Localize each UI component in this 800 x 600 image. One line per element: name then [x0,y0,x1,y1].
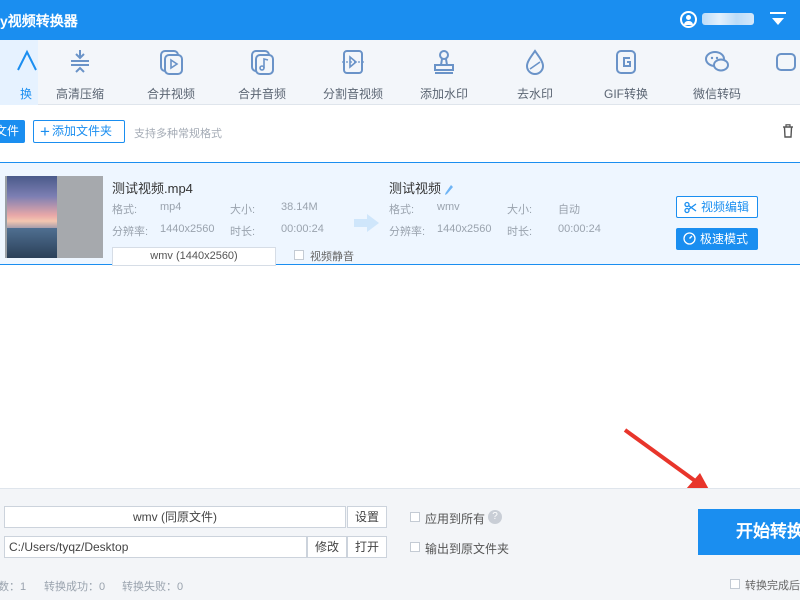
tab-split[interactable]: 分割音视频 [310,40,396,105]
add-folder-button[interactable]: + 添加文件夹 [33,120,125,143]
source-size: 38.14M [281,201,318,213]
output-format-field[interactable]: wmv (同原文件) [4,506,346,528]
tab-label: 合并视频 [146,87,195,101]
merge-audio-icon [251,50,274,75]
output-path-field[interactable]: C:/Users/tyqz/Desktop [4,536,307,558]
target-format: wmv [437,201,460,213]
app-title: y视频转换器 [0,13,78,29]
add-folder-label: 添加文件夹 [51,124,112,138]
target-resolution-label: 分辨率: [389,226,426,238]
source-file-name: 测试视频.mp4 [112,181,193,196]
modify-path-button[interactable]: 修改 [307,536,347,558]
compress-icon [71,50,89,73]
target-file-name: 测试视频 [389,181,442,196]
tab-label: 分割音视频 [322,87,383,101]
source-format: mp4 [160,201,182,213]
after-done-label: 转换完成后 [745,580,800,592]
format-hint: 支持多种常规格式 [134,128,222,140]
drop-icon [525,49,545,75]
source-duration-label: 时长: [230,226,256,238]
output-format-select[interactable]: wmv (1440x2560) [112,247,276,266]
target-resolution: 1440x2560 [437,223,492,235]
source-resolution: 1440x2560 [160,223,215,235]
help-icon[interactable]: ? [488,510,502,524]
add-file-button[interactable]: 文件 [0,120,25,143]
output-panel: wmv (同原文件) 设置 C:/Users/tyqz/Desktop 修改 打… [0,488,800,600]
scissors-icon [684,201,697,214]
source-size-label: 大小: [230,204,256,216]
more-icon [776,53,796,71]
target-format-label: 格式: [389,204,415,216]
app-window: y视频转换器 换 高清压缩 合并视频 合并音频 分割音视频 添加水印 去水印 G… [0,0,800,600]
tab-label: 换 [19,87,32,101]
tab-label: 添加水印 [419,87,468,101]
target-duration-label: 时长: [507,226,533,238]
source-format-label: 格式: [112,204,138,216]
status-total: 数：1 [0,581,27,593]
tab-wechat[interactable]: 微信转码 [674,40,760,105]
open-folder-button[interactable]: 打开 [347,536,387,558]
output-to-source-label: 输出到原文件夹 [425,542,510,556]
apply-all-checkbox[interactable] [410,512,420,522]
tab-convert[interactable]: 换 [0,40,38,105]
gif-icon [616,50,636,74]
stamp-icon [434,50,454,74]
start-convert-button[interactable]: 开始转换 [698,509,800,555]
merge-video-icon [160,50,183,75]
user-icon[interactable] [680,11,697,28]
video-edit-button[interactable]: 视频编辑 [676,196,758,218]
split-icon [342,50,364,74]
tab-label: 合并音频 [237,87,286,101]
target-duration: 00:00:24 [558,223,601,235]
tab-label: GIF转换 [604,87,648,101]
trash-icon[interactable] [782,124,794,138]
tab-merge-audio[interactable]: 合并音频 [219,40,305,105]
tab-label: 微信转码 [692,87,741,101]
tab-label: 高清压缩 [55,87,104,101]
source-duration: 00:00:24 [281,223,324,235]
speed-mode-button[interactable]: 极速模式 [676,228,758,250]
tab-gif[interactable]: GIF转换 [583,40,669,105]
tool-tabs: 换 高清压缩 合并视频 合并音频 分割音视频 添加水印 去水印 GIF转换 微信… [0,40,800,105]
mute-label: 视频静音 [310,251,354,263]
output-to-source-checkbox[interactable] [410,542,420,552]
apply-all-label: 应用到所有 [425,512,486,526]
video-edit-label: 视频编辑 [701,200,750,214]
pencil-icon[interactable] [444,184,454,196]
status-failed: 转换失败：0 [122,581,184,593]
tab-compress[interactable]: 高清压缩 [37,40,123,105]
tab-add-watermark[interactable]: 添加水印 [401,40,487,105]
action-row: 文件 + 添加文件夹 支持多种常规格式 [0,106,800,156]
tab-remove-watermark[interactable]: 去水印 [492,40,578,105]
plus-icon: + [40,122,50,141]
source-resolution-label: 分辨率: [112,226,149,238]
speedometer-icon [683,232,696,245]
file-row[interactable]: 测试视频.mp4 格式: mp4 大小: 38.14M 分辨率: 1440x25… [0,162,800,266]
username-blurred[interactable] [702,13,754,25]
wechat-icon [705,51,729,72]
tab-merge-video[interactable]: 合并视频 [128,40,214,105]
settings-button[interactable]: 设置 [347,506,387,528]
status-success: 转换成功：0 [44,581,106,593]
after-done-checkbox[interactable] [730,579,740,589]
menu-icon[interactable] [770,12,786,28]
mute-checkbox[interactable] [294,250,304,260]
arrow-right-icon [354,214,379,232]
target-size: 自动 [558,204,580,216]
target-size-label: 大小: [507,204,533,216]
tab-label: 去水印 [516,87,553,101]
video-thumbnail [5,176,103,258]
title-bar: y视频转换器 [0,0,800,40]
tab-more[interactable] [765,40,800,105]
speed-mode-label: 极速模式 [700,232,749,246]
